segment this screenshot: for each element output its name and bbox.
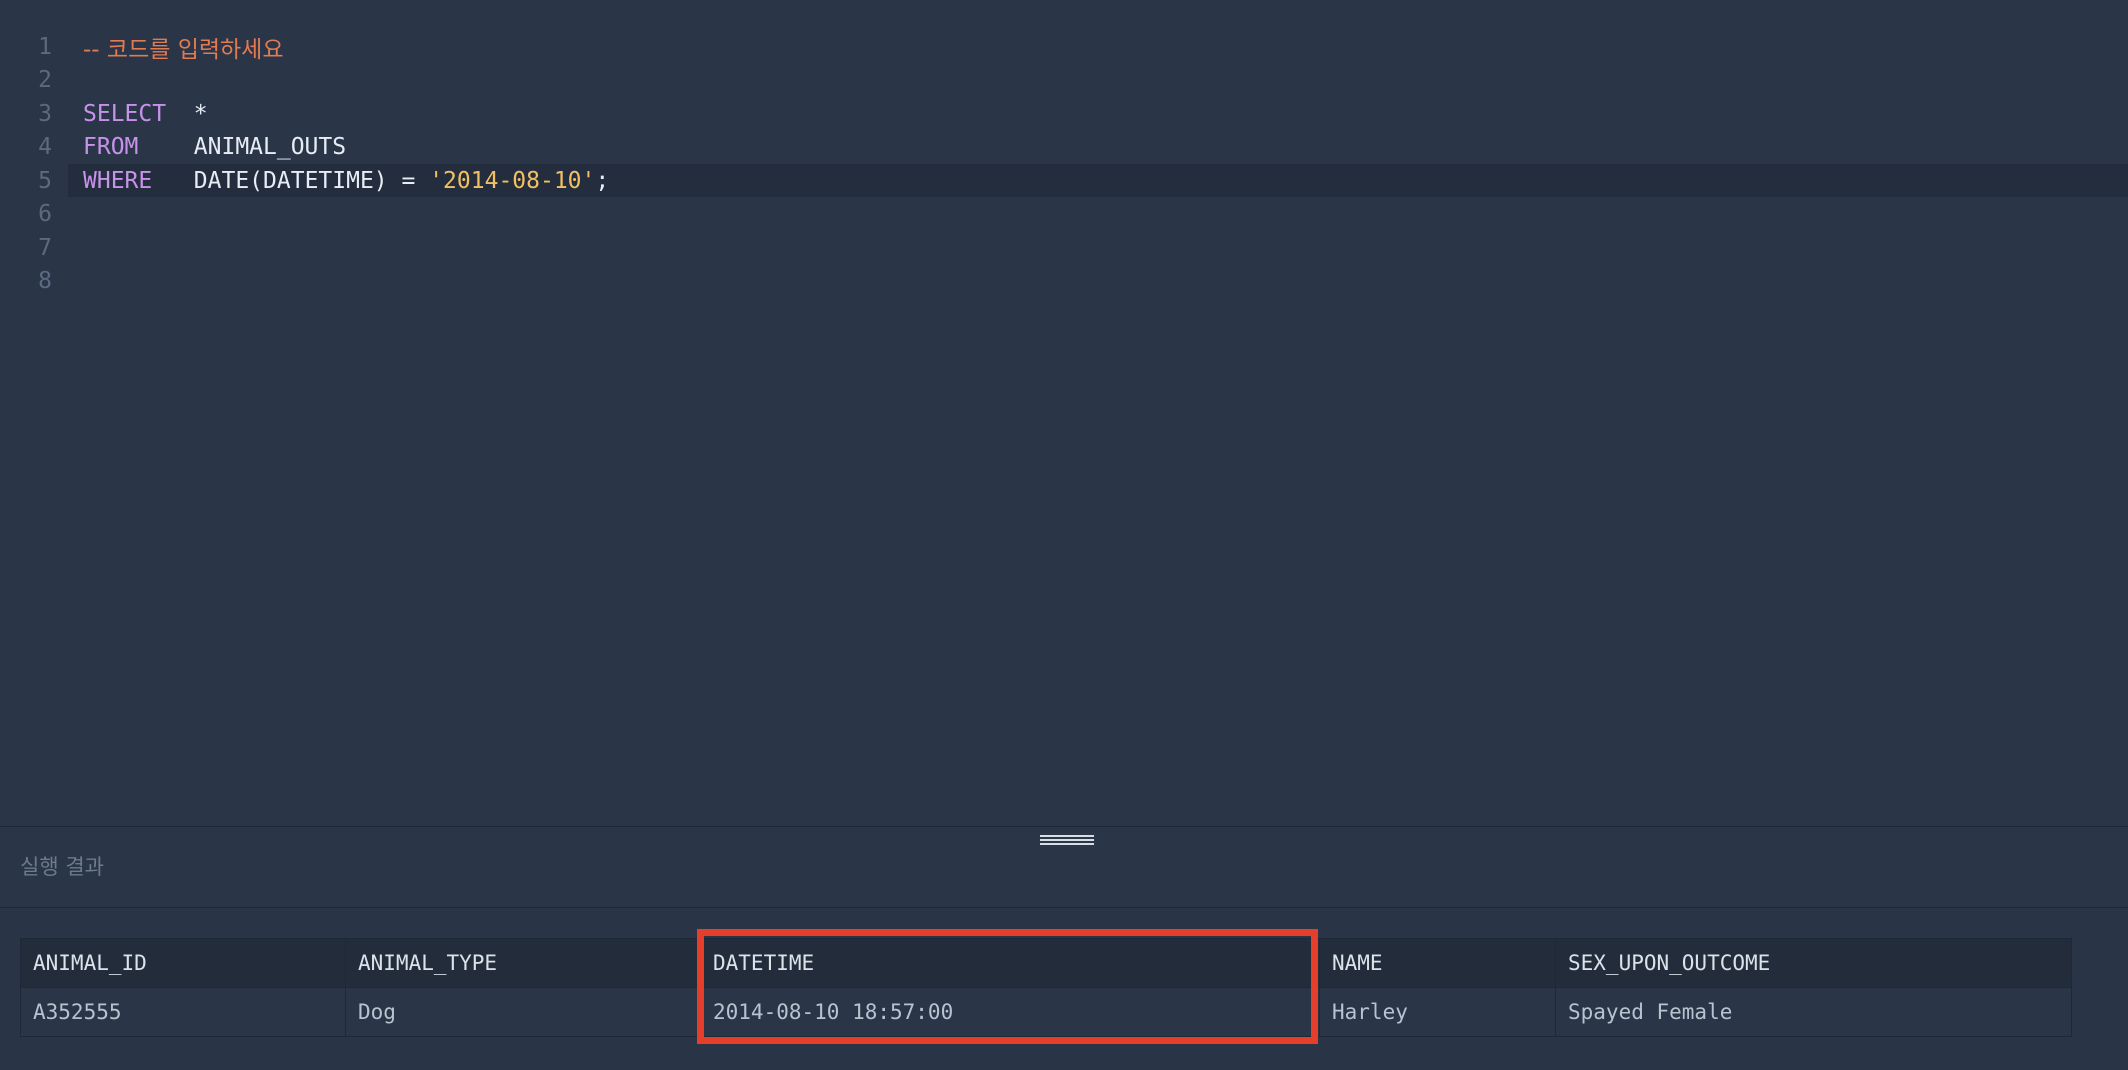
line-number: 5 <box>38 167 52 194</box>
code-line-2[interactable]: 2 <box>0 63 2128 96</box>
cell-datetime: 2014-08-10 18:57:00 <box>700 987 1320 1037</box>
sql-keyword: SELECT <box>83 100 167 127</box>
sql-keyword: FROM <box>83 133 139 160</box>
results-table: ANIMAL_ID ANIMAL_TYPE DATETIME NAME SEX_… <box>20 938 2072 1037</box>
sql-string: '2014-08-10' <box>429 167 596 194</box>
table-row: A352555 Dog 2014-08-10 18:57:00 Harley S… <box>20 987 2072 1037</box>
result-title: 실행 결과 <box>20 855 104 879</box>
table-header-row: ANIMAL_ID ANIMAL_TYPE DATETIME NAME SEX_… <box>20 938 2072 988</box>
results-panel: ANIMAL_ID ANIMAL_TYPE DATETIME NAME SEX_… <box>0 908 2128 1070</box>
code-line-4[interactable]: 4 FROM ANIMAL_OUTS <box>0 130 2128 163</box>
cell-sex-upon-outcome: Spayed Female <box>1555 987 2072 1037</box>
resize-handle-icon[interactable] <box>1040 833 1094 847</box>
line-number: 3 <box>38 100 52 127</box>
cell-animal-id: A352555 <box>20 987 346 1037</box>
column-header-animal-id: ANIMAL_ID <box>20 938 346 988</box>
code-line-1[interactable]: 1 -- 코드를 입력하세요 <box>0 30 2128 63</box>
code-line-5[interactable]: 5 WHERE DATE(DATETIME) = '2014-08-10'; <box>38 164 2128 197</box>
sql-text: ANIMAL_OUTS <box>138 133 347 160</box>
sql-comment: -- 코드를 입력하세요 <box>83 36 284 63</box>
sql-keyword: WHERE <box>83 167 153 194</box>
line-number: 2 <box>38 66 52 93</box>
line-number: 4 <box>38 133 52 160</box>
code-line-7[interactable]: 7 <box>0 231 2128 264</box>
sql-text: * <box>166 100 208 127</box>
column-header-sex-upon-outcome: SEX_UPON_OUTCOME <box>1555 938 2072 988</box>
line-number: 8 <box>38 267 52 294</box>
code-line-3[interactable]: 3 SELECT * <box>0 97 2128 130</box>
sql-text: DATE(DATETIME) = <box>152 167 430 194</box>
line-number: 1 <box>38 33 52 60</box>
column-header-name: NAME <box>1319 938 1556 988</box>
sql-text: ; <box>595 167 610 194</box>
cell-animal-type: Dog <box>345 987 701 1037</box>
column-header-datetime: DATETIME <box>700 938 1320 988</box>
line-number: 7 <box>38 234 52 261</box>
line-number: 6 <box>38 200 52 227</box>
column-header-animal-type: ANIMAL_TYPE <box>345 938 701 988</box>
code-line-6[interactable]: 6 <box>0 197 2128 230</box>
cell-name: Harley <box>1319 987 1556 1037</box>
code-line-8[interactable]: 8 <box>0 264 2128 297</box>
code-editor[interactable]: 1 -- 코드를 입력하세요 2 3 SELECT * 4 FROM ANIMA… <box>0 0 2128 826</box>
